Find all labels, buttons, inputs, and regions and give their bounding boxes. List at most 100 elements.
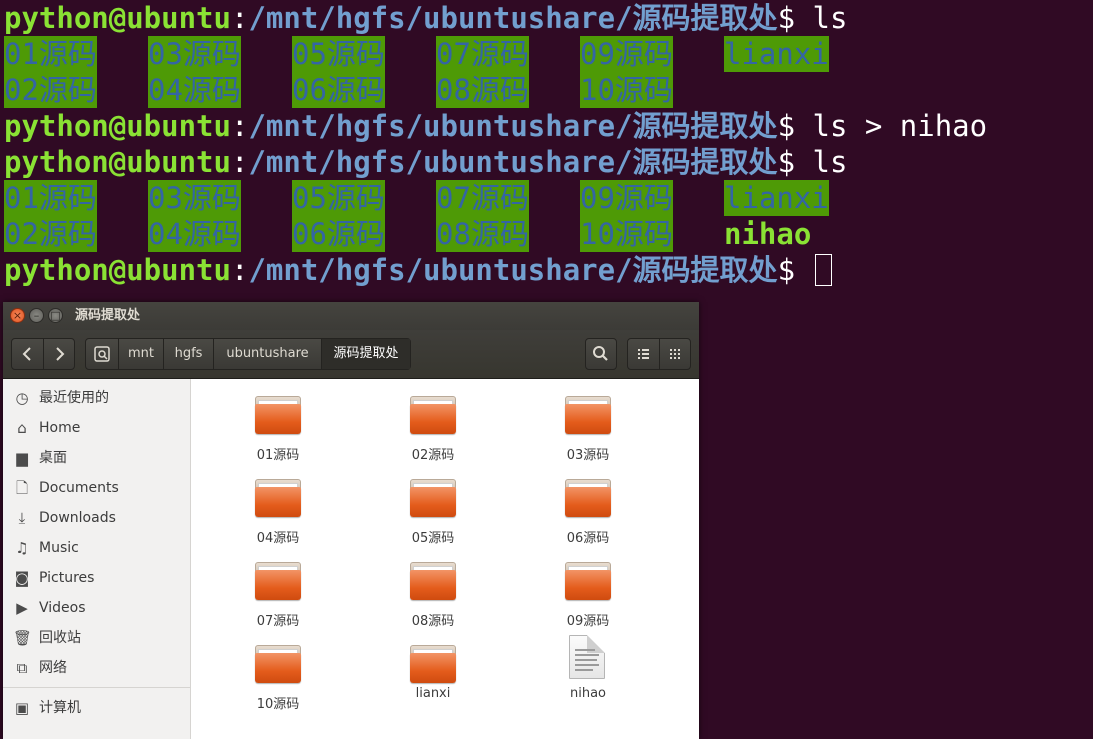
ls-dir-entry: lianxi	[724, 36, 829, 72]
forward-button[interactable]	[44, 339, 75, 369]
home-icon: ⌂	[17, 419, 27, 437]
prompt-colon: :	[230, 109, 249, 143]
folder-item[interactable]: 01源码	[218, 396, 338, 468]
folder-icon	[410, 479, 456, 517]
minimize-window-button[interactable]: –	[29, 308, 44, 323]
terminal-command: ls > nihao	[812, 109, 988, 143]
folder-item[interactable]: 10源码	[218, 645, 338, 717]
video-icon: ▶	[16, 599, 28, 617]
maximize-window-button[interactable]: □	[48, 308, 63, 323]
camera-icon: ◙	[14, 569, 30, 587]
folder-item[interactable]: 06源码	[528, 479, 648, 551]
terminal-prompt-line: python@ubuntu:/mnt/hgfs/ubuntushare/源码提取…	[4, 0, 847, 36]
prompt-colon: :	[230, 253, 249, 287]
document-icon: 🗋	[15, 479, 29, 497]
sidebar-item-label: 计算机	[39, 700, 81, 716]
prompt-path: /mnt/hgfs/ubuntushare/源码提取处	[248, 145, 778, 179]
terminal-command: ls	[812, 145, 848, 179]
file-grid: 01源码 02源码 03源码 04源码 05源码 06源码 07源码 08源码 …	[191, 379, 699, 739]
folder-icon	[255, 479, 301, 517]
grid-view-button[interactable]	[660, 339, 691, 369]
file-manager-window: × – □ 源码提取处 mnt hgfs ubuntushare 源码提取处 ◷…	[3, 302, 699, 739]
breadcrumb: mnt hgfs ubuntushare 源码提取处	[85, 338, 411, 370]
prompt-dollar: $	[777, 145, 796, 179]
breadcrumb-hgfs[interactable]: hgfs	[164, 339, 214, 369]
toolbar: mnt hgfs ubuntushare 源码提取处	[3, 330, 699, 379]
prompt-dollar: $	[777, 253, 796, 287]
sidebar-item-label: 回收站	[39, 630, 81, 646]
sidebar-item-videos[interactable]: ▶ Videos	[3, 593, 190, 623]
item-label: 05源码	[411, 531, 455, 546]
drive-icon: ▣	[14, 699, 30, 717]
folder-item[interactable]: 03源码	[528, 396, 648, 468]
item-label: 01源码	[256, 448, 300, 463]
folder-item[interactable]: 08源码	[373, 562, 493, 634]
prompt-user: python@ubuntu	[4, 145, 231, 179]
download-icon: ⤓	[18, 509, 26, 527]
folder-item[interactable]: 05源码	[373, 479, 493, 551]
grid-view-icon	[670, 349, 680, 359]
sidebar-item-documents[interactable]: 🗋 Documents	[3, 473, 190, 503]
ls-file-entry: nihao	[724, 217, 812, 251]
sidebar-item-home[interactable]: ⌂ Home	[3, 413, 190, 443]
prompt-dollar: $	[777, 109, 796, 143]
sidebar-item-downloads[interactable]: ⤓ Downloads	[3, 503, 190, 533]
sidebar-item-pictures[interactable]: ◙ Pictures	[3, 563, 190, 593]
sidebar-item-trash[interactable]: 🗑 回收站	[3, 623, 190, 653]
drive-icon	[94, 346, 110, 362]
back-button[interactable]	[12, 339, 43, 369]
sidebar-item-desktop[interactable]: ▆ 桌面	[3, 443, 190, 473]
terminal-cursor[interactable]	[814, 254, 832, 286]
prompt-user: python@ubuntu	[4, 1, 231, 35]
ls-dir-entry: 07源码	[436, 36, 529, 72]
breadcrumb-mnt[interactable]: mnt	[119, 339, 164, 369]
chevron-right-icon	[56, 347, 65, 361]
sidebar-item-computer[interactable]: ▣ 计算机	[3, 693, 190, 723]
sidebar-item-music[interactable]: ♫ Music	[3, 533, 190, 563]
folder-icon	[410, 645, 456, 683]
sidebar-item-label: 网络	[39, 660, 67, 676]
sidebar-item-label: Pictures	[39, 570, 95, 586]
close-window-button[interactable]: ×	[10, 308, 25, 323]
sidebar-divider	[3, 687, 190, 688]
breadcrumb-current[interactable]: 源码提取处	[322, 339, 410, 369]
prompt-path: /mnt/hgfs/ubuntushare/源码提取处	[248, 253, 778, 287]
ls-dir-entry: 09源码	[580, 180, 673, 216]
ls-dir-entry: 07源码	[436, 180, 529, 216]
ls-dir-entry: 06源码	[292, 72, 385, 108]
prompt-colon: :	[230, 1, 249, 35]
ls-dir-entry: 05源码	[292, 180, 385, 216]
ls-dir-entry: 02源码	[4, 72, 97, 108]
folder-item[interactable]: 09源码	[528, 562, 648, 634]
breadcrumb-root[interactable]	[86, 339, 119, 369]
prompt-user: python@ubuntu	[4, 253, 231, 287]
sidebar-item-recent[interactable]: ◷ 最近使用的	[3, 383, 190, 413]
file-item[interactable]: nihao	[528, 635, 648, 707]
search-button[interactable]	[585, 338, 617, 370]
prompt-dollar: $	[777, 1, 796, 35]
ls-dir-entry: 04源码	[148, 216, 241, 252]
item-label: nihao	[569, 686, 606, 701]
ls-dir-entry: 05源码	[292, 36, 385, 72]
sidebar-item-label: Documents	[39, 480, 119, 496]
list-view-icon	[638, 349, 649, 359]
terminal[interactable]: python@ubuntu:/mnt/hgfs/ubuntushare/源码提取…	[0, 0, 1093, 300]
chevron-left-icon	[22, 347, 31, 361]
search-icon	[593, 346, 608, 361]
sidebar-item-network[interactable]: ⧉ 网络	[3, 653, 190, 683]
window-titlebar[interactable]: × – □ 源码提取处	[3, 302, 699, 330]
folder-item[interactable]: 07源码	[218, 562, 338, 634]
folder-item[interactable]: lianxi	[373, 645, 493, 717]
list-view-button[interactable]	[628, 339, 659, 369]
terminal-prompt-line: python@ubuntu:/mnt/hgfs/ubuntushare/源码提取…	[4, 108, 987, 144]
ls-dir-entry: 10源码	[580, 72, 673, 108]
folder-icon	[255, 396, 301, 434]
breadcrumb-ubuntushare[interactable]: ubuntushare	[214, 339, 322, 369]
folder-icon	[410, 396, 456, 434]
text-file-icon	[569, 635, 605, 679]
folder-item[interactable]: 04源码	[218, 479, 338, 551]
folder-item[interactable]: 02源码	[373, 396, 493, 468]
window-title: 源码提取处	[75, 308, 141, 323]
ls-dir-entry: lianxi	[724, 180, 829, 216]
nav-button-group	[11, 338, 75, 370]
